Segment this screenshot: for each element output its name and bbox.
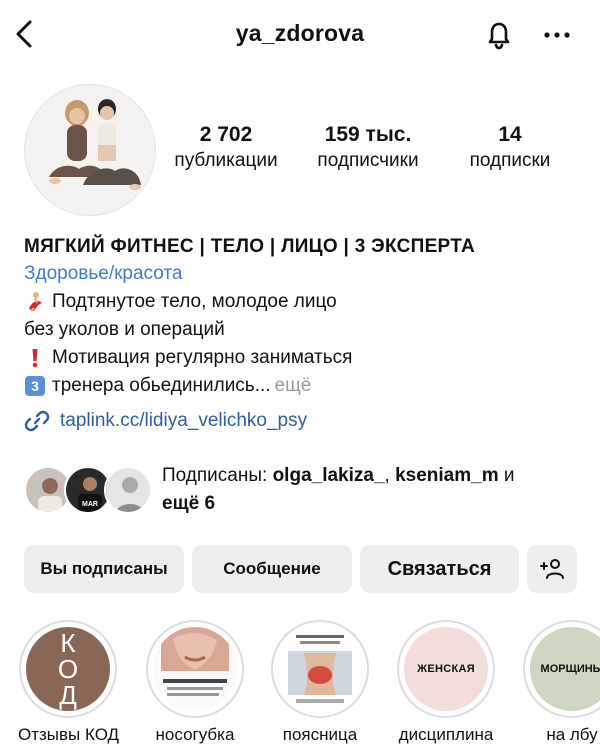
highlight-lower-back[interactable]: поясница <box>270 620 370 746</box>
keycap-three-icon: 3 <box>25 376 45 396</box>
back-button[interactable] <box>10 16 40 52</box>
stat-posts-value: 2 702 <box>199 123 253 146</box>
stat-following-label: подписки <box>469 150 551 171</box>
notifications-button[interactable] <box>481 17 517 53</box>
profile-link-text: taplink.cc/lidiya_velichko_psy <box>60 410 308 431</box>
more-options-button[interactable] <box>540 22 576 48</box>
highlight-ring: КОД <box>19 620 117 718</box>
highlight-ring <box>146 620 244 718</box>
followed-user-2[interactable]: kseniam_m <box>395 465 499 486</box>
following-button[interactable]: Вы подписаны <box>24 545 184 593</box>
more-horizontal-icon <box>544 32 570 38</box>
bio-line-2-text: без уколов и операций <box>24 319 225 340</box>
highlight-label: на лбу <box>546 725 598 744</box>
followed-suffix: и <box>498 465 515 486</box>
highlight-nasolabial[interactable]: носогубка <box>145 620 245 746</box>
highlight-cover-image <box>153 627 237 711</box>
highlight-cover <box>153 627 237 711</box>
highlight-ring <box>271 620 369 718</box>
stat-followers-value: 159 тыс. <box>324 123 412 146</box>
bio-line-3-text: Мотивация регулярно заниматься <box>52 347 353 368</box>
highlight-cover: КОД <box>26 627 110 711</box>
highlight-forehead[interactable]: МОРЩИНЫ на лбу <box>522 620 600 746</box>
profile-display-name: МЯГКИЙ ФИТНЕС | ТЕЛО | ЛИЦО | 3 ЭКСПЕРТА <box>24 236 476 257</box>
dancer-emoji-icon <box>29 292 42 312</box>
stat-followers-label: подписчики <box>317 150 419 171</box>
exclamation-emoji-icon <box>32 349 38 368</box>
highlight-label: дисциплина <box>398 725 494 744</box>
svg-text:MAR: MAR <box>82 501 98 508</box>
bio-line-4-text: тренера обьединились... <box>52 375 271 396</box>
profile-link[interactable]: taplink.cc/lidiya_velichko_psy <box>24 408 307 434</box>
bio-line-1-text: Подтянутое тело, молодое лицо <box>52 291 337 312</box>
highlight-label: Отзывы КОД <box>18 725 120 744</box>
chevron-left-icon <box>16 20 32 48</box>
profile-category[interactable]: Здоровье/красота <box>24 260 584 288</box>
stat-posts[interactable]: 2 702 публикации <box>160 122 292 174</box>
bio-line-1: Подтянутое тело, молодое лицо <box>24 288 584 316</box>
followed-by[interactable]: MAR Подписаны: olga_lakiza_, kseniam_m и… <box>24 462 584 522</box>
stat-following-value: 14 <box>498 123 522 146</box>
highlight-cover <box>278 627 362 711</box>
add-user-button[interactable] <box>527 545 577 593</box>
highlight-label: поясница <box>282 725 358 744</box>
bio-more-link[interactable]: ещё <box>275 372 312 400</box>
highlight-label: носогубка <box>155 725 235 744</box>
profile-avatar[interactable] <box>24 84 156 216</box>
highlight-discipline[interactable]: ЖЕНСКАЯ дисциплина <box>396 620 496 746</box>
bio-line-2: без уколов и операций <box>24 316 584 344</box>
followed-by-text: Подписаны: olga_lakiza_, kseniam_m и ещё … <box>162 462 582 518</box>
highlight-cover: ЖЕНСКАЯ <box>404 627 488 711</box>
highlight-cover: МОРЩИНЫ <box>530 627 600 711</box>
profile-bio: МЯГКИЙ ФИТНЕС | ТЕЛО | ЛИЦО | 3 ЭКСПЕРТА… <box>24 234 584 400</box>
highlight-cover-text: ЖЕНСКАЯ <box>417 663 475 675</box>
highlight-cover-image <box>278 627 362 711</box>
add-user-icon <box>540 559 564 579</box>
highlight-ring: МОРЩИНЫ <box>523 620 600 718</box>
followed-by-prefix: Подписаны: <box>162 465 273 486</box>
stat-posts-label: публикации <box>174 150 278 171</box>
contact-button[interactable]: Связаться <box>360 545 519 593</box>
highlight-cover-text: МОРЩИНЫ <box>540 663 600 675</box>
avatar-photo <box>25 85 155 215</box>
stat-following[interactable]: 14 подписки <box>452 122 568 174</box>
followed-user-1[interactable]: olga_lakiza_ <box>273 465 385 486</box>
follower-avatar <box>104 466 152 514</box>
bell-icon <box>488 22 510 50</box>
profile-header: ya_zdorova <box>0 0 600 70</box>
highlight-reviews-kod[interactable]: КОД Отзывы КОД <box>18 620 120 746</box>
link-icon <box>24 410 50 432</box>
followed-separator: , <box>384 465 396 486</box>
highlight-ring: ЖЕНСКАЯ <box>397 620 495 718</box>
highlight-cover-text: КОД <box>57 628 79 710</box>
bio-line-4: 3 тренера обьединились... ещё <box>24 372 584 400</box>
message-button[interactable]: Сообщение <box>192 545 352 593</box>
followed-more[interactable]: ещё 6 <box>162 493 215 514</box>
bio-line-3: Мотивация регулярно заниматься <box>24 344 584 372</box>
svg-text:3: 3 <box>31 378 39 394</box>
stat-followers[interactable]: 159 тыс. подписчики <box>300 122 436 174</box>
